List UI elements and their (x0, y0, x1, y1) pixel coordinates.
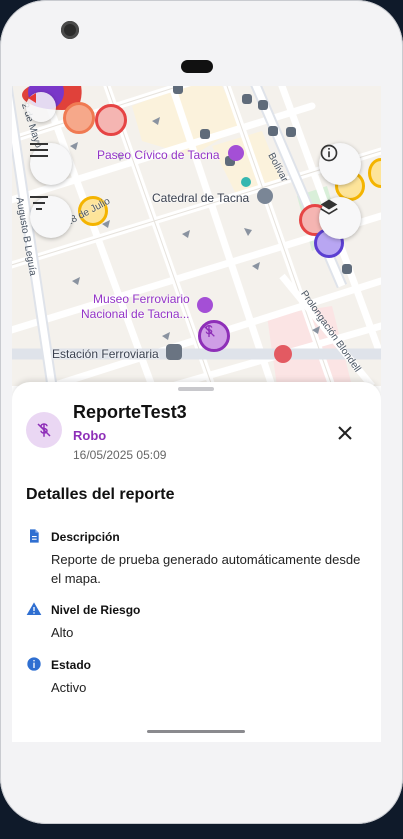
warning-icon (26, 602, 42, 615)
robbery-icon (203, 324, 215, 337)
close-button[interactable] (332, 420, 358, 446)
description-label: Descripción (51, 530, 120, 544)
poi-label-paseo: Paseo Cívico de Tacna (97, 148, 220, 162)
menu-button[interactable] (30, 143, 72, 185)
filter-icon (30, 196, 48, 210)
layers-button[interactable] (319, 197, 361, 239)
poi-label-museo-1: Museo Ferroviario (93, 292, 190, 306)
status-label: Estado (51, 658, 92, 672)
back-button[interactable] (26, 92, 56, 122)
risk-level-value: Alto (51, 625, 74, 640)
arrow-left-icon (28, 93, 36, 103)
poi-label-catedral: Catedral de Tacna (152, 191, 250, 205)
poi-label-estacion: Estación Ferroviaria (52, 347, 159, 361)
report-marker-red[interactable] (95, 104, 127, 136)
report-bottom-sheet: ReporteTest3 Robo 16/05/2025 05:09 Detal… (12, 382, 381, 742)
report-title: ReporteTest3 (73, 402, 187, 422)
description-value: Reporte de prueba generado automáticamen… (51, 552, 361, 586)
report-category: Robo (73, 428, 107, 443)
background-console (0, 818, 403, 839)
filter-button[interactable] (30, 196, 72, 238)
gesture-home-bar[interactable] (147, 730, 245, 733)
risk-level-label: Nivel de Riesgo (51, 603, 141, 617)
app-screen: Paseo Cívico de Tacna Catedral de Tacna … (12, 86, 381, 742)
device-stage: Paseo Cívico de Tacna Catedral de Tacna … (0, 0, 403, 839)
menu-icon (30, 143, 48, 157)
selected-report-marker[interactable] (198, 320, 230, 352)
info-icon (27, 657, 41, 671)
info-icon (320, 144, 338, 162)
robbery-icon (37, 423, 51, 437)
info-button[interactable] (319, 143, 361, 185)
sheet-drag-handle[interactable] (178, 387, 214, 391)
map-view[interactable]: Paseo Cívico de Tacna Catedral de Tacna … (12, 86, 381, 386)
layers-icon (320, 199, 338, 215)
close-icon (338, 426, 352, 440)
details-section-title: Detalles del reporte (26, 486, 175, 503)
status-value: Activo (51, 680, 87, 695)
front-camera (61, 21, 79, 39)
report-datetime: 16/05/2025 05:09 (73, 448, 167, 462)
document-icon (30, 529, 39, 543)
poi-label-museo-2: Nacional de Tacna... (81, 307, 190, 321)
phone-frame: Paseo Cívico de Tacna Catedral de Tacna … (0, 0, 403, 824)
earpiece-speaker (181, 60, 213, 73)
report-marker-red[interactable] (63, 102, 95, 134)
report-category-avatar (26, 412, 62, 448)
